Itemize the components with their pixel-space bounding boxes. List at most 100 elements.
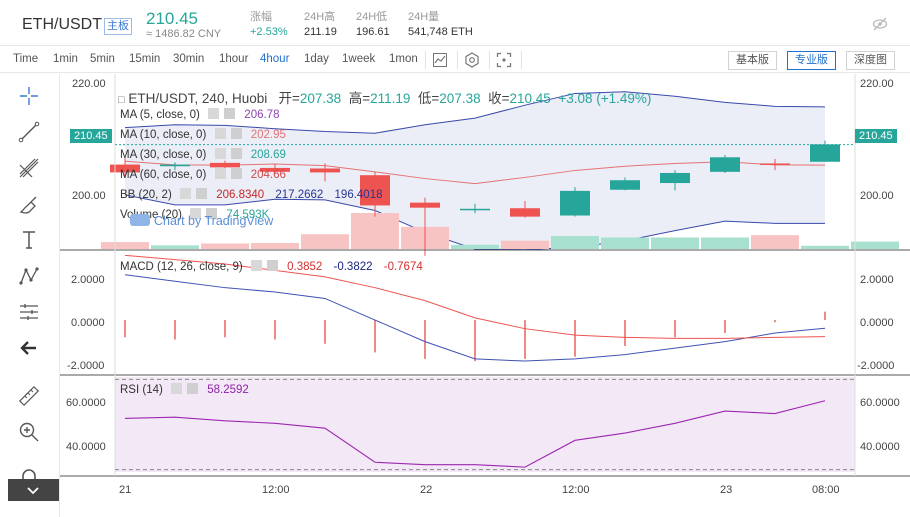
- crosshair-tool[interactable]: [17, 84, 47, 108]
- indicator-name: BB (20, 2): [120, 189, 172, 201]
- close-icon[interactable]: [195, 188, 207, 199]
- close-label: 收=: [488, 91, 510, 106]
- interval-time[interactable]: Time: [13, 53, 38, 65]
- macd-signal-value: -0.7674: [383, 261, 423, 273]
- candle-body: [510, 208, 540, 217]
- pair-name[interactable]: ETH/USDT: [22, 16, 102, 34]
- stat-low: 24H低 196.61: [356, 10, 390, 40]
- ruler-tool[interactable]: [17, 384, 47, 408]
- ma5-legend[interactable]: MA (5, close, 0) 206.78: [120, 108, 279, 121]
- indicator-name: MA (5, close, 0): [120, 109, 200, 121]
- indicator-name: MA (10, close, 0): [120, 129, 207, 141]
- volume-bar: [701, 237, 749, 249]
- settings-icon[interactable]: [208, 108, 220, 119]
- interval-1day[interactable]: 1day: [304, 53, 329, 65]
- pro-view-button[interactable]: 专业版: [787, 51, 836, 70]
- close-icon[interactable]: [230, 148, 242, 159]
- stat-high: 24H高 211.19: [304, 10, 337, 40]
- hide-icon[interactable]: [872, 16, 888, 32]
- interval-30min[interactable]: 30min: [173, 53, 204, 65]
- brush-tool[interactable]: [17, 192, 47, 216]
- stat-value: +2.53%: [250, 26, 288, 38]
- interval-1hour[interactable]: 1hour: [219, 53, 248, 65]
- rsi-tick-label: 40.0000: [66, 441, 106, 453]
- zoom-in-icon: [19, 422, 39, 442]
- interval-15min[interactable]: 15min: [129, 53, 160, 65]
- volume-bar: [351, 213, 399, 249]
- candle-body: [210, 162, 240, 168]
- ticker-header: ETH/USDT 主板 210.45 ≈ 1486.82 CNY 涨幅 +2.5…: [0, 0, 910, 46]
- price-tag-left: 210.45: [70, 129, 112, 143]
- collapse-legend-icon[interactable]: □: [118, 94, 125, 106]
- text-tool[interactable]: [17, 228, 47, 252]
- settings-icon[interactable]: [214, 168, 226, 179]
- toolbar-divider: [521, 51, 522, 69]
- trend-line-tool[interactable]: [17, 120, 47, 144]
- indicator-icon[interactable]: [432, 52, 448, 68]
- crosshair-icon: [20, 87, 38, 105]
- rsi-tick-label: 60.0000: [860, 397, 900, 409]
- ma60-legend[interactable]: MA (60, close, 0) 204.66: [120, 168, 286, 181]
- toolbar-divider: [489, 51, 490, 69]
- volume-bar: [201, 243, 249, 249]
- settings-icon[interactable]: [171, 383, 183, 394]
- rsi-legend[interactable]: RSI (14) 58.2592: [120, 383, 249, 396]
- stat-label: 24H量: [408, 11, 440, 23]
- volume-bar: [501, 240, 549, 249]
- candle-body: [610, 180, 640, 190]
- trend-line-icon: [18, 121, 40, 143]
- settings-icon[interactable]: [250, 260, 262, 271]
- interval-5min[interactable]: 5min: [90, 53, 115, 65]
- low-label: 低=: [417, 91, 440, 106]
- volume-bar: [251, 243, 299, 249]
- indicator-value: 208.69: [250, 149, 286, 161]
- close-icon[interactable]: [230, 128, 242, 139]
- zoom-in-tool[interactable]: [17, 420, 47, 444]
- pattern-tool[interactable]: [17, 264, 47, 288]
- high-value: 211.19: [370, 91, 411, 106]
- settings-icon[interactable]: [214, 148, 226, 159]
- close-icon[interactable]: [266, 260, 278, 271]
- bb-upper-value: 217.2662: [275, 189, 324, 201]
- price-tick-label: 220.00: [72, 78, 106, 90]
- tradingview-watermark[interactable]: Chart by TradingView: [130, 214, 273, 228]
- indicator-name: MA (60, close, 0): [120, 169, 207, 181]
- candle-body: [160, 164, 190, 167]
- settings-icon[interactable]: [214, 128, 226, 139]
- symbol-title[interactable]: ETH/USDT, 240, Huobi: [128, 91, 267, 106]
- interval-toolbar: Time 1min 5min 15min 30min 1hour 4hour 1…: [0, 47, 910, 73]
- stat-label: 24H高: [304, 11, 336, 23]
- macd-legend[interactable]: MACD (12, 26, close, 9) 0.3852 -0.3822 -…: [120, 260, 423, 273]
- depth-chart-button[interactable]: 深度图: [846, 51, 895, 70]
- chevron-down-icon: [27, 487, 39, 495]
- time-tick-label: 12:00: [262, 484, 290, 496]
- fib-tool[interactable]: [17, 156, 47, 180]
- ma30-legend[interactable]: MA (30, close, 0) 208.69: [120, 148, 286, 161]
- interval-1week[interactable]: 1week: [342, 53, 375, 65]
- watermark-text: Chart by TradingView: [154, 214, 274, 228]
- fullscreen-icon[interactable]: [496, 52, 512, 68]
- last-price: 210.45: [146, 9, 198, 28]
- close-icon[interactable]: [230, 168, 242, 179]
- pattern-icon: [19, 267, 39, 285]
- candle-body: [810, 144, 840, 162]
- ma10-legend[interactable]: MA (10, close, 0) 202.95: [120, 128, 286, 141]
- back-tool[interactable]: [17, 336, 47, 360]
- settings-icon[interactable]: [464, 52, 480, 68]
- interval-1min[interactable]: 1min: [53, 53, 78, 65]
- close-icon[interactable]: [187, 383, 199, 394]
- candle-body: [760, 163, 790, 165]
- interval-4hour[interactable]: 4hour: [260, 53, 289, 65]
- back-arrow-icon: [20, 341, 36, 355]
- price-tick-label: 220.00: [860, 78, 894, 90]
- close-icon[interactable]: [224, 108, 236, 119]
- interval-1mon[interactable]: 1mon: [389, 53, 418, 65]
- settings-icon[interactable]: [179, 188, 191, 199]
- price-tick-label: 200.00: [72, 190, 106, 202]
- measure-tool[interactable]: [17, 300, 47, 324]
- basic-view-button[interactable]: 基本版: [728, 51, 777, 70]
- time-tick-label: 12:00: [562, 484, 590, 496]
- volume-bar: [651, 237, 699, 249]
- collapse-tools-button[interactable]: [8, 479, 59, 501]
- bb-legend[interactable]: BB (20, 2) 206.8340 217.2662 196.4018: [120, 188, 383, 201]
